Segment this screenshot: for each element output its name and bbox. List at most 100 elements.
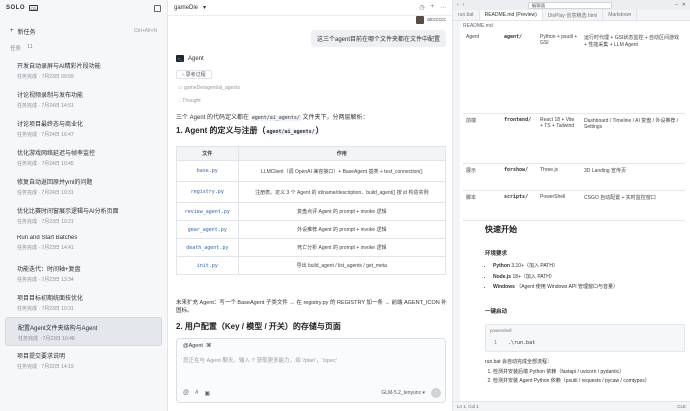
task-item[interactable]: 项目提交要求说明 任务完成 · 7月22日 14:19 — [5, 346, 162, 375]
task-meta: 任务完成 · 7月23日 14:41 — [17, 245, 74, 251]
list-item: 检测并安装 Agent Python 依赖（psutil / requests … — [493, 377, 683, 386]
task-item[interactable]: 优化比赛时间窗展示逻辑与AI分析页面 任务完成 · 7月23日 10:21 — [5, 201, 162, 230]
thinking-pill[interactable]: › 思考过程 — [176, 70, 212, 79]
table-row: registry.py 注册表。定义 3 个 Agent 的 id/name/de… — [176, 181, 447, 203]
table-row: review_agent.py 复盘点评 Agent 的 prompt + inv… — [176, 202, 447, 221]
editor-tab[interactable]: README.md (Preview) — [479, 10, 543, 20]
composer-placeholder[interactable]: 您正在与 Agent 聊天。输入 '/' 获取更多能力，如 '/plan'，'/… — [183, 356, 337, 364]
hash-icon[interactable]: # — [195, 390, 198, 397]
task-item[interactable]: 功能迭代：时间轴+复盘 任务完成 · 7月23日 13:34 — [5, 259, 162, 288]
task-title: 项目提交要求说明 — [17, 354, 66, 360]
tech-cell: Python + psutil + GSI — [537, 31, 581, 114]
task-item[interactable]: 讨论视频录制与发布功能 任务完成 · 7月24日 14:51 — [5, 85, 162, 114]
desc-cell: 运行时代理 + GSI状态监控 + 自动区间游戏 + 性能采集 + LLM Ag… — [581, 31, 685, 114]
minimize-icon[interactable]: – — [675, 2, 678, 8]
model-selector[interactable]: GLM-5.2_tenyunc ▾ — [381, 390, 425, 396]
section2-heading: 2. 用户配置（Key / 模型 / 开关）的存储与页面 — [176, 322, 341, 331]
table-row: 脚本 scripts/PowerShell CSGO 自动配置 + 实时监控窗口 — [463, 190, 685, 221]
tasks-header-label: 任务 — [10, 46, 22, 52]
code-lang: powershell — [490, 328, 512, 333]
task-item[interactable]: 配置Agent文件夹结构与Agent 任务完成 · 7月23日 10:48 — [5, 317, 162, 346]
file-cell[interactable]: review_agent.py — [176, 202, 239, 221]
desc-cell: 导出 build_agent / list_agents / get_meta — [237, 256, 447, 275]
env-detail: 3.10+（加入 PATH） — [511, 263, 558, 269]
send-button[interactable]: ↑ — [431, 388, 441, 398]
oneclick-heading: 一键启动 — [485, 309, 508, 315]
tech-cell: React 18 + Vite + TS + Tailwind — [537, 113, 581, 164]
task-title: 功能迭代：时间轴+复盘 — [17, 267, 81, 273]
task-meta: 任务完成 · 7月24日 10:45 — [17, 161, 74, 167]
task-item[interactable]: 开发自动录屏与AI精彩片段功能 任务完成 · 7月23日 09:59 — [5, 56, 162, 85]
at-icon[interactable]: @ — [183, 390, 189, 397]
task-meta: 任务完成 · 7月24日 10:31 — [17, 190, 74, 196]
forward-icon[interactable]: › — [463, 2, 465, 8]
plus-icon[interactable]: + — [430, 4, 434, 11]
markdown-preview: README.md Agent agent/Python + psutil + G… — [453, 21, 690, 401]
desc-cell: LLMClient（调 OpenAI 兼容接口）+ BaseAgent 基类 +… — [237, 160, 447, 182]
quickstart-heading: 快速开始 — [485, 225, 517, 234]
tasks-count: 11 — [27, 44, 33, 50]
chevron-down-icon[interactable]: ▾ — [203, 4, 206, 11]
composer-agent-tag[interactable]: @Agent ⌘ — [183, 343, 211, 349]
table-row: 展示 forshow/Three.js 3D Landing 宣传页 — [463, 163, 685, 191]
task-title: 讨论项目最终态与商业化 — [17, 122, 84, 128]
editor-tab[interactable]: DixPlay·创意精选.html — [543, 10, 604, 20]
task-item[interactable]: Run and Start Batches 任务完成 · 7月23日 14:41 — [5, 230, 162, 259]
file-cell[interactable]: gear_agent.py — [176, 220, 239, 239]
chat-composer[interactable]: @Agent ⌘ 您正在与 Agent 聊天。输入 '/' 获取更多能力，如 '… — [176, 338, 446, 403]
stack-table: Agent agent/Python + psutil + GSI 运行时代理 + … — [463, 31, 685, 221]
desc-cell: CSGO 自动配置 + 实时监控窗口 — [581, 190, 685, 221]
task-item[interactable]: 讨论项目最终态与商业化 任务完成 · 7月24日 16:47 — [5, 114, 162, 143]
task-item[interactable]: 修复自动返回原并yml的问题 任务完成 · 7月24日 10:31 — [5, 172, 162, 201]
task-item[interactable]: 优化游戏网络延迟与帧率监控 任务完成 · 7月24日 10:45 — [5, 143, 162, 172]
table-row: base.py LLMClient（调 OpenAI 兼容接口）+ BaseAge… — [176, 160, 447, 182]
task-meta: 任务完成 · 7月23日 10:21 — [17, 219, 74, 225]
task-title: 讨论视频录制与发布功能 — [17, 93, 84, 99]
file-cell[interactable]: registry.py — [176, 181, 239, 203]
flow-text: run.bat 会自动完成全部流程： — [485, 359, 552, 365]
composer-tools: @ # ▣ — [183, 390, 210, 397]
file-cell[interactable]: death_agent.py — [176, 238, 239, 257]
editor-tab[interactable]: Markdown — [603, 10, 638, 20]
file-cell[interactable]: base.py — [176, 160, 239, 182]
sidebar-toggle-icon[interactable] — [154, 4, 161, 12]
thought-toggle[interactable]: ◌ Thought — [178, 98, 201, 104]
close-icon[interactable]: ✕ — [682, 2, 686, 8]
task-meta: 任务完成 · 7月23日 10:48 — [18, 336, 75, 342]
desc-cell: 死亡分析 Agent 的 prompt + invoke 逻辑 — [237, 238, 447, 257]
task-title: Run and Start Batches — [17, 235, 78, 241]
task-meta: 任务完成 · 7月24日 14:51 — [17, 103, 74, 109]
status-right: CLE — [677, 404, 686, 409]
image-icon[interactable]: ▣ — [204, 390, 210, 397]
model-label: GLM-5.2_tenyunc — [381, 390, 422, 396]
env-detail: （Agent 使用 Windows API 管理窗口与音量） — [516, 284, 618, 290]
editor-tab[interactable]: run.bat — [453, 10, 480, 20]
task-title: 修复自动返回原并yml的问题 — [17, 180, 93, 186]
more-icon[interactable]: ⋯ — [440, 4, 446, 11]
user-message: 这三个agent目前在哪个文件夹都在文件中配置 — [310, 30, 446, 47]
breadcrumb: README.md — [463, 23, 493, 29]
desc-cell: 复盘点评 Agent 的 prompt + invoke 逻辑 — [237, 202, 447, 221]
table-row: death_agent.py 死亡分析 Agent 的 prompt + invo… — [176, 238, 447, 257]
user-name: aicccccc — [427, 17, 446, 23]
task-meta: 任务完成 · 7月23日 10:31 — [17, 306, 74, 312]
editor-search-input[interactable]: 编辑器 — [527, 1, 612, 9]
back-icon[interactable]: ‹ — [457, 2, 459, 8]
desc-cell: 注册表。定义 3 个 Agent 的 id/name/description、b… — [237, 181, 447, 203]
history-icon[interactable]: ◷ — [419, 4, 424, 11]
task-item[interactable]: 项目目标初期统面技优化 任务完成 · 7月23日 10:31 — [5, 288, 162, 317]
env-name: Node.js — [493, 273, 512, 280]
new-task-button[interactable]: + 新任务 Ctrl+Alt+N — [6, 24, 161, 38]
folder-icon: ▭ — [178, 85, 183, 91]
file-cell[interactable]: init.py — [176, 256, 239, 275]
dir-cell: frontend/ — [501, 113, 537, 164]
status-bar: Ln 1, Col 1 CLE — [453, 401, 690, 411]
editor-panel: ‹ › 编辑器 – ✕ run.bat README.md (Preview) Di… — [453, 0, 690, 411]
task-meta: 任务完成 · 7月24日 16:47 — [17, 132, 74, 138]
composer-tag-label: @Agent — [183, 343, 203, 349]
pill-label: 思考过程 — [185, 72, 206, 78]
new-task-label: 新任务 — [17, 29, 36, 36]
task-meta: 任务完成 · 7月23日 13:34 — [17, 277, 74, 283]
intro-tail: 文件夹下，分两层解析： — [302, 115, 369, 121]
app-logo: SOLO — [6, 5, 26, 11]
